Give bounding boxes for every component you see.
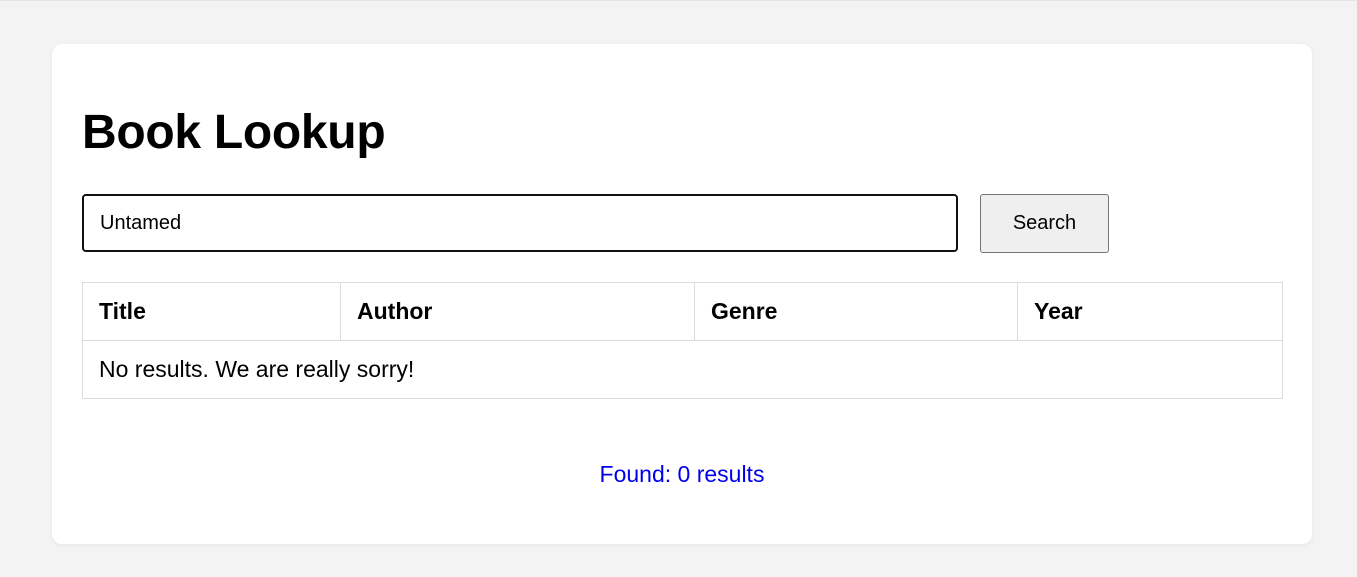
book-lookup-card: Book Lookup Search Title Author Genre Ye… <box>52 44 1312 544</box>
column-header-author: Author <box>340 282 695 341</box>
search-input[interactable] <box>82 194 958 252</box>
results-count: Found: 0 results <box>599 461 765 487</box>
column-header-year: Year <box>1017 282 1283 341</box>
table-header-row: Title Author Genre Year <box>82 282 1283 341</box>
column-header-genre: Genre <box>694 282 1018 341</box>
column-header-title: Title <box>82 282 341 341</box>
page-title: Book Lookup <box>82 106 386 159</box>
empty-results-message: No results. We are really sorry! <box>82 340 1283 399</box>
search-button[interactable]: Search <box>980 194 1109 253</box>
top-divider <box>0 0 1357 1</box>
results-table: Title Author Genre Year No results. We a… <box>82 282 1283 399</box>
table-row: No results. We are really sorry! <box>82 340 1283 399</box>
